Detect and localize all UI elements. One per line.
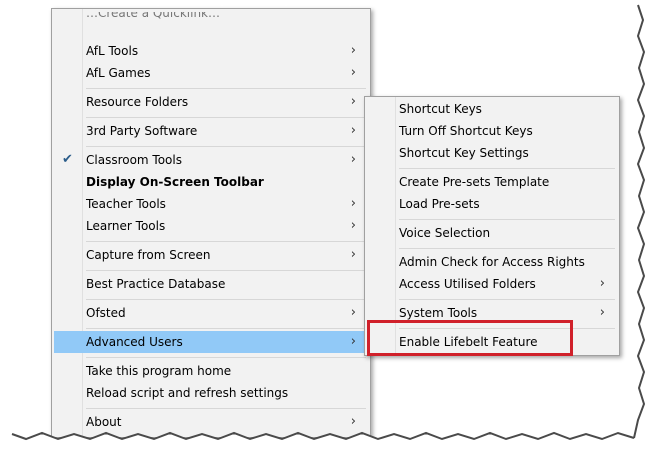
menu-item-ofsted[interactable]: Ofsted › (54, 302, 368, 324)
menu-item-label: 3rd Party Software (86, 124, 198, 138)
menu-item-learner-tools[interactable]: Learner Tools › (54, 215, 368, 237)
menu-item-cut-off-label: …Create a Quicklink… (86, 12, 221, 20)
menu-separator (399, 299, 615, 300)
menu-item-label: AfL Games (86, 66, 151, 80)
submenu-item-shortcut-key-settings[interactable]: Shortcut Key Settings (367, 142, 617, 164)
menu-separator (86, 299, 366, 300)
menu-separator (86, 357, 366, 358)
chevron-right-icon: › (350, 334, 356, 349)
chevron-right-icon: › (350, 414, 356, 429)
menu-item-capture-from-screen[interactable]: Capture from Screen › (54, 244, 368, 266)
menu-item-3rd-party-software[interactable]: 3rd Party Software › (54, 120, 368, 142)
callout-highlight-box (367, 320, 573, 356)
submenu-item-access-utilised-folders[interactable]: Access Utilised Folders › (367, 273, 617, 295)
menu-item-label: Display On-Screen Toolbar (86, 175, 264, 189)
chevron-right-icon: › (350, 247, 356, 262)
submenu-item-shortcut-keys[interactable]: Shortcut Keys (367, 98, 617, 120)
context-submenu-advanced-users: Shortcut Keys Turn Off Shortcut Keys Sho… (364, 96, 620, 356)
menu-item-afl-games[interactable]: AfL Games › (54, 62, 368, 84)
menu-item-label: Ofsted (86, 306, 126, 320)
menu-separator (399, 219, 615, 220)
menu-item-label: Admin Check for Access Rights (399, 255, 585, 269)
checkmark-icon: ✔ (62, 152, 73, 167)
menu-item-best-practice-database[interactable]: Best Practice Database (54, 273, 368, 295)
chevron-right-icon: › (599, 305, 605, 320)
chevron-right-icon: › (350, 123, 356, 138)
menu-item-label: Access Utilised Folders (399, 277, 536, 291)
menu-item-label: Learner Tools (86, 219, 166, 233)
menu-item-label: Voice Selection (399, 226, 491, 240)
context-menu-main: …Create a Quicklink… AfL Tools › AfL Gam… (51, 8, 371, 438)
chevron-right-icon: › (350, 152, 356, 167)
menu-item-take-program-home[interactable]: Take this program home (54, 360, 368, 382)
menu-separator (86, 88, 366, 89)
submenu-item-turn-off-shortcut-keys[interactable]: Turn Off Shortcut Keys (367, 120, 617, 142)
menu-item-label: About (86, 415, 122, 429)
chevron-right-icon: › (350, 305, 356, 320)
submenu-item-load-presets[interactable]: Load Pre-sets (367, 193, 617, 215)
menu-separator (86, 270, 366, 271)
menu-item-label: Advanced Users (86, 335, 183, 349)
menu-item-label: Take this program home (86, 364, 232, 378)
menu-item-label: Teacher Tools (86, 197, 166, 211)
menu-item-label: Best Practice Database (86, 277, 226, 291)
chevron-right-icon: › (350, 65, 356, 80)
menu-item-label: AfL Tools (86, 44, 139, 58)
menu-item-display-on-screen-toolbar[interactable]: Display On-Screen Toolbar (54, 171, 368, 193)
submenu-item-voice-selection[interactable]: Voice Selection (367, 222, 617, 244)
menu-item-label: Reload script and refresh settings (86, 386, 289, 400)
menu-separator (86, 328, 366, 329)
menu-item-label: Create Pre-sets Template (399, 175, 550, 189)
chevron-right-icon: › (350, 94, 356, 109)
menu-item-label: Classroom Tools (86, 153, 182, 167)
menu-separator (399, 168, 615, 169)
menu-item-teacher-tools[interactable]: Teacher Tools › (54, 193, 368, 215)
menu-item-label: Turn Off Shortcut Keys (399, 124, 533, 138)
menu-separator (86, 241, 366, 242)
menu-item-cut-off: …Create a Quicklink… (54, 12, 368, 26)
submenu-item-admin-check[interactable]: Admin Check for Access Rights (367, 251, 617, 273)
chevron-right-icon: › (350, 43, 356, 58)
menu-item-label: Shortcut Keys (399, 102, 482, 116)
menu-item-label: Capture from Screen (86, 248, 211, 262)
menu-item-about[interactable]: About › (54, 411, 368, 433)
menu-item-classroom-tools[interactable]: ✔ Classroom Tools › (54, 149, 368, 171)
menu-item-label: Resource Folders (86, 95, 189, 109)
menu-separator (86, 146, 366, 147)
menu-item-advanced-users[interactable]: Advanced Users › (54, 331, 368, 353)
menu-item-label: Shortcut Key Settings (399, 146, 529, 160)
chevron-right-icon: › (350, 218, 356, 233)
menu-separator (86, 117, 366, 118)
menu-separator (86, 408, 366, 409)
chevron-right-icon: › (599, 276, 605, 291)
menu-item-reload-script[interactable]: Reload script and refresh settings (54, 382, 368, 404)
chevron-right-icon: › (350, 196, 356, 211)
menu-item-afl-tools[interactable]: AfL Tools › (54, 40, 368, 62)
menu-item-resource-folders[interactable]: Resource Folders › (54, 91, 368, 113)
menu-separator (399, 248, 615, 249)
menu-item-label: Load Pre-sets (399, 197, 480, 211)
submenu-item-create-presets-template[interactable]: Create Pre-sets Template (367, 171, 617, 193)
